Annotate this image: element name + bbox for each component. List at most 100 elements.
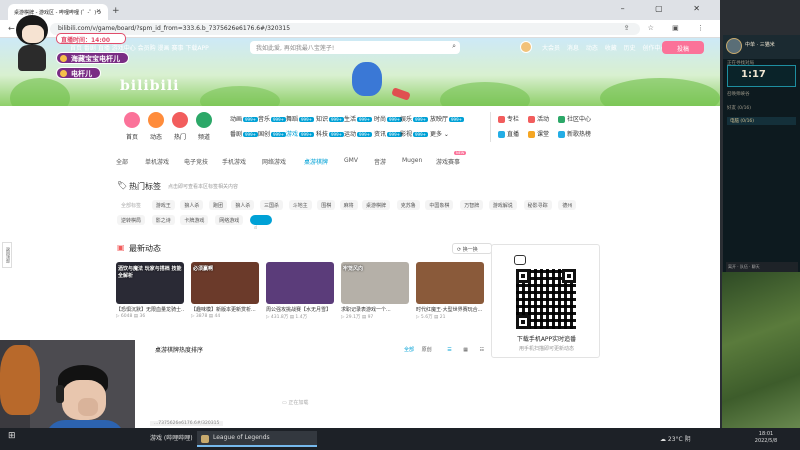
- tag-7[interactable]: 斗地主: [288, 200, 312, 210]
- video-card[interactable]: 酒饮与魔法 玩家与搭档 技能全解析 【恐惧沉默】无限血量龙骑士... ▷ 6048 …: [116, 262, 184, 319]
- category-9[interactable]: 番剧 999+: [230, 129, 259, 138]
- video-thumbnail[interactable]: 必须赢啊: [191, 262, 259, 304]
- tag-3[interactable]: 狼人杀: [180, 200, 204, 210]
- subnav-item-9[interactable]: Mugen: [402, 157, 422, 164]
- user-avatar[interactable]: [520, 41, 532, 53]
- video-title[interactable]: 时代红魔王·大型世界赛玩合...: [416, 306, 484, 313]
- search-input[interactable]: 我如此爱, 再如我最八宝莲子! ⌕: [250, 41, 460, 54]
- windows-start-icon[interactable]: ⊞: [8, 431, 16, 443]
- client-bottom-bar[interactable]: 离开 · 队伍 · 聊天: [726, 262, 798, 272]
- video-title[interactable]: 【恐惧沉默】无限血量龙骑士...: [116, 306, 184, 313]
- tag-12[interactable]: 中国象棋: [425, 200, 454, 210]
- ranking-tab-original[interactable]: 原创: [422, 347, 432, 353]
- new-tab-icon[interactable]: +: [112, 6, 120, 16]
- subnav-item-4[interactable]: 手机游戏: [222, 157, 246, 166]
- hot-icon[interactable]: [172, 112, 188, 128]
- home-label[interactable]: 首页: [120, 132, 144, 141]
- top-nav-links[interactable]: 首页 番剧 直播 游戏中心 会员购 漫画 赛事 下载APP: [70, 43, 209, 52]
- side-channel-1[interactable]: 专栏: [498, 114, 519, 123]
- subnav-item-5[interactable]: 网络游戏: [262, 157, 286, 166]
- taskbar-item-browser[interactable]: 游戏 (哔哩哔哩): [150, 433, 193, 445]
- refresh-button[interactable]: ⟳ 换一换: [452, 243, 492, 254]
- side-channel-4[interactable]: 直播: [498, 129, 519, 138]
- category-2[interactable]: 音乐 999+: [258, 114, 287, 123]
- side-channel-3[interactable]: 社区中心: [558, 114, 591, 123]
- tag-row2-1[interactable]: 逆转棋局: [117, 215, 146, 225]
- home-icon[interactable]: [124, 112, 140, 128]
- video-card[interactable]: 周公强攻挑战赛【水无月雪】 ▷ 431.8万 ▤ 1.4万: [266, 262, 334, 320]
- video-title[interactable]: 周公强攻挑战赛【水无月雪】: [266, 306, 334, 313]
- upload-button[interactable]: 投稿: [662, 41, 704, 54]
- tag-6[interactable]: 三国杀: [260, 200, 284, 210]
- video-title[interactable]: 求职记录表游戏一个...: [341, 306, 409, 313]
- tag-1[interactable]: 全部标签: [117, 200, 145, 210]
- bilibili-logo[interactable]: bilibili: [120, 78, 180, 94]
- tag-15[interactable]: 秘影寻踪: [523, 200, 552, 210]
- channel-icon[interactable]: [196, 112, 212, 128]
- window-controls[interactable]: – ▢ ✕: [621, 4, 714, 13]
- tab-close-icon[interactable]: ✕: [96, 8, 101, 15]
- tag-10[interactable]: 桌游棋牌: [362, 200, 391, 210]
- dynamic-label[interactable]: 动态: [144, 132, 168, 141]
- category-13[interactable]: 运动 999+: [344, 129, 373, 138]
- hot-label[interactable]: 热门: [168, 132, 192, 141]
- subnav-item-8[interactable]: 音游: [374, 157, 386, 166]
- video-title[interactable]: 【趣味模】新版本更新赏析...: [191, 306, 259, 313]
- category-4[interactable]: 知识 999+: [316, 114, 345, 123]
- subnav-item-3[interactable]: 电子竞技: [184, 157, 208, 166]
- system-clock[interactable]: 18:01 2022/5/8: [748, 431, 784, 445]
- tag-16[interactable]: 德州: [558, 200, 577, 210]
- video-thumbnail[interactable]: [266, 262, 334, 304]
- category-8[interactable]: 放映厅 999+: [430, 114, 465, 123]
- video-card[interactable]: 时代红魔王·大型世界赛玩合... ▷ 5.6万 ▤ 21: [416, 262, 484, 320]
- subnav-item-1[interactable]: 全部: [116, 157, 128, 166]
- player-avatar[interactable]: [726, 38, 742, 54]
- video-card[interactable]: 牢笼风向 求职记录表游戏一个... ▷ 29.1万 ▤ 97: [341, 262, 409, 320]
- category-14[interactable]: 资讯 999+: [374, 129, 403, 138]
- subnav-item-6[interactable]: 桌游棋牌: [304, 157, 328, 166]
- category-3[interactable]: 舞蹈 999+: [286, 114, 315, 123]
- dynamic-icon[interactable]: [148, 112, 164, 128]
- side-channel-2[interactable]: 活动: [528, 114, 549, 123]
- weather-widget[interactable]: ☁ 23°C 阴: [660, 434, 691, 443]
- subnav-item-2[interactable]: 单机游戏: [145, 157, 169, 166]
- category-11[interactable]: 游戏 999+: [286, 129, 315, 138]
- compact-view-icon[interactable]: ☷: [480, 347, 484, 353]
- tag-row2-4[interactable]: 网络游戏: [215, 215, 244, 225]
- tag-11[interactable]: 克苏鲁: [396, 200, 420, 210]
- search-icon[interactable]: ⌕: [452, 42, 456, 51]
- subnav-item-10[interactable]: 游戏赛事: [436, 157, 460, 166]
- tag-4[interactable]: 跑团: [209, 200, 228, 210]
- url-field[interactable]: bilibili.com/v/game/board/?spm_id_from=3…: [50, 23, 640, 35]
- friends-row[interactable]: 电脑 (0/16): [727, 117, 796, 125]
- video-thumbnail[interactable]: 牢笼风向: [341, 262, 409, 304]
- category-1[interactable]: 动画 999+: [230, 114, 259, 123]
- side-channel-6[interactable]: 新歌热榜: [558, 129, 591, 138]
- browser-toolbar-icons[interactable]: ⇪ ☆ ▣ ⋮: [624, 24, 712, 32]
- video-thumbnail[interactable]: [416, 262, 484, 304]
- tag-13[interactable]: 万智牌: [460, 200, 484, 210]
- tag-9[interactable]: 麻将: [339, 200, 358, 210]
- tag-14[interactable]: 游戏解说: [488, 200, 517, 210]
- ranking-tab-all[interactable]: 全部: [404, 347, 414, 353]
- channel-label[interactable]: 频道: [192, 132, 216, 141]
- tag-8[interactable]: 围棋: [317, 200, 336, 210]
- list-view-icon[interactable]: ☰: [447, 347, 451, 353]
- tag-5[interactable]: 狼人杀: [231, 200, 255, 210]
- category-16[interactable]: 更多 ⌄: [430, 129, 449, 138]
- grid-view-icon[interactable]: ▦: [463, 347, 468, 353]
- category-12[interactable]: 科技 999+: [316, 129, 345, 138]
- tag-row2-3[interactable]: 卡牌游戏: [180, 215, 209, 225]
- subnav-item-7[interactable]: GMV: [344, 157, 358, 164]
- top-nav-user-links[interactable]: 大会员 消息 动态 收藏 历史 创作中心: [542, 43, 667, 52]
- category-5[interactable]: 生活 999+: [344, 114, 373, 123]
- category-15[interactable]: 影视 999+: [400, 129, 429, 138]
- taskbar-item-lol[interactable]: League of Legends: [197, 431, 317, 447]
- category-10[interactable]: 国创 999+: [258, 129, 287, 138]
- video-card[interactable]: 必须赢啊 【趣味模】新版本更新赏析... ▷ 3878 ▤ 44: [191, 262, 259, 319]
- side-float-button[interactable]: 返回顶部: [2, 242, 12, 268]
- category-7[interactable]: 娱乐 999+: [400, 114, 429, 123]
- category-6[interactable]: 时尚 999+: [374, 114, 403, 123]
- side-channel-5[interactable]: 课堂: [528, 129, 549, 138]
- video-thumbnail[interactable]: 酒饮与魔法 玩家与搭档 技能全解析: [116, 262, 184, 304]
